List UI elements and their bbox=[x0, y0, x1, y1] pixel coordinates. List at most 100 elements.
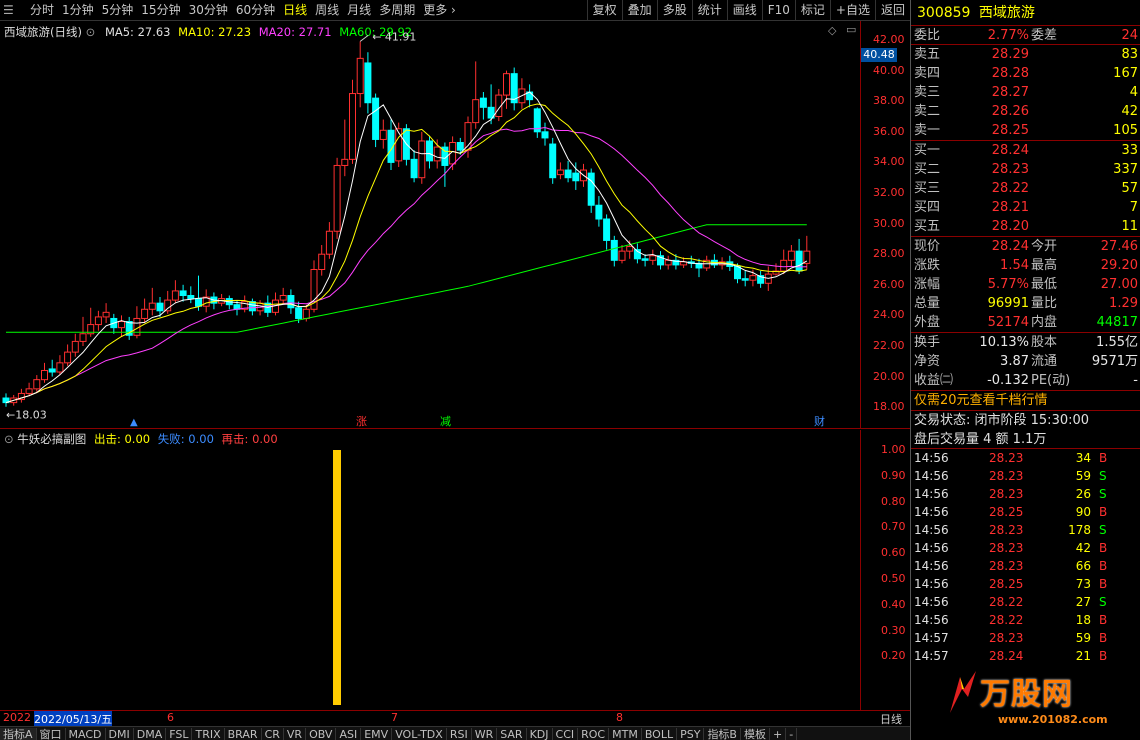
tool-button[interactable]: 统计 bbox=[691, 0, 727, 21]
indicator-tab[interactable]: 模板 bbox=[741, 728, 770, 740]
period-tab[interactable]: 月线 bbox=[343, 2, 375, 18]
indicator-tab[interactable]: CR bbox=[262, 728, 284, 740]
tool-button[interactable]: 叠加 bbox=[621, 0, 657, 21]
indicator-tab[interactable]: BOLL bbox=[642, 728, 678, 740]
period-tab[interactable]: 日线 bbox=[279, 2, 311, 18]
level2-promo[interactable]: 仅需20元查看千档行情 bbox=[911, 391, 1140, 411]
period-tab[interactable]: 15分钟 bbox=[137, 2, 184, 18]
tick-qty: 59 bbox=[1075, 631, 1091, 645]
candle-down bbox=[564, 169, 572, 179]
tick-qty: 21 bbox=[1075, 649, 1091, 663]
period-tab[interactable]: 30分钟 bbox=[185, 2, 232, 18]
indicator-tab[interactable]: DMI bbox=[106, 728, 134, 740]
indicator-tab[interactable]: MACD bbox=[66, 728, 106, 740]
bids-price: 28.24 bbox=[991, 143, 1029, 158]
period-tabs: 分时 1分钟 5分钟 15分钟 30分钟 60分钟 日线 周线 月线 多周期 更多 › bbox=[26, 2, 460, 18]
price-tick: 38.00 bbox=[873, 94, 905, 108]
tick-price: 28.22 bbox=[989, 595, 1024, 609]
quote-label: 涨幅 bbox=[914, 277, 941, 292]
indicator-tab[interactable]: 指标B bbox=[704, 728, 741, 740]
indicator-tab[interactable]: VOL-TDX bbox=[392, 728, 447, 740]
tool-button[interactable]: 多股 bbox=[656, 0, 692, 21]
tick-time: 14:57 bbox=[914, 631, 949, 645]
indicator-tab[interactable]: ASI bbox=[336, 728, 362, 740]
asks-row[interactable]: 卖三 28.27 4 bbox=[911, 83, 1140, 102]
tool-button[interactable]: 标记 bbox=[794, 0, 830, 21]
period-tab[interactable]: 多周期 bbox=[375, 2, 419, 18]
tick-time: 14:56 bbox=[914, 541, 949, 555]
high-marker: ← 41.91 bbox=[372, 30, 416, 43]
indicator-tick: 0.90 bbox=[881, 468, 906, 482]
indicator-tab[interactable]: FSL bbox=[166, 728, 193, 740]
indicator-tab[interactable]: PSY bbox=[677, 728, 705, 740]
bids-row[interactable]: 买三 28.22 57 bbox=[911, 179, 1140, 198]
tick-list[interactable]: 14:56 28.23 34 B 14:56 28.23 59 S 14:56 28.23 26 S 1… bbox=[911, 449, 1140, 665]
indicator-tab[interactable]: BRAR bbox=[225, 728, 262, 740]
bids-volume: 337 bbox=[1113, 162, 1138, 177]
indicator-tab[interactable]: TRIX bbox=[192, 728, 225, 740]
bids-label: 买五 bbox=[914, 219, 941, 234]
period-tab[interactable]: 周线 bbox=[311, 2, 343, 18]
bids-row[interactable]: 买五 28.20 11 bbox=[911, 217, 1140, 236]
quote-value: 96991 bbox=[987, 296, 1029, 311]
indicator-tab[interactable]: VR bbox=[284, 728, 307, 740]
indicator-tab[interactable]: RSI bbox=[447, 728, 472, 740]
indicator-tab[interactable]: 指标A bbox=[0, 728, 37, 740]
indicator-tab[interactable]: ROC bbox=[578, 728, 610, 740]
candle-up bbox=[341, 158, 349, 166]
period-label[interactable]: 日线 bbox=[880, 711, 902, 727]
fundamental-value: 3.87 bbox=[1000, 354, 1029, 369]
month-tick: 7 bbox=[391, 711, 398, 724]
watermark-text: 万股网 bbox=[980, 677, 1073, 712]
bids-row[interactable]: 买一 28.24 33 bbox=[911, 141, 1140, 160]
indicator-tab[interactable]: - bbox=[786, 728, 798, 740]
tool-button[interactable]: 返回 bbox=[874, 0, 910, 21]
indicator-tab[interactable]: 窗口 bbox=[37, 728, 66, 740]
tool-button[interactable]: 复权 bbox=[586, 0, 622, 21]
candle-down bbox=[456, 142, 464, 151]
asks-row[interactable]: 卖五 28.29 83 bbox=[911, 45, 1140, 64]
bids-price: 28.20 bbox=[991, 219, 1029, 234]
tick-price: 28.23 bbox=[989, 523, 1024, 537]
period-tab[interactable]: 60分钟 bbox=[232, 2, 279, 18]
period-tab[interactable]: 分时 bbox=[26, 2, 58, 18]
indicator-tab[interactable]: MTM bbox=[609, 728, 642, 740]
indicator-tab[interactable]: DMA bbox=[134, 728, 167, 740]
asks-row[interactable]: 卖四 28.28 167 bbox=[911, 64, 1140, 83]
candle-up bbox=[626, 246, 634, 252]
event-marker: 减 bbox=[440, 415, 451, 428]
kline-chart[interactable]: 西域旅游(日线) ⊙ MA5: 27.63 MA10: 27.23 MA20: … bbox=[0, 21, 910, 429]
tick-side: B bbox=[1099, 613, 1108, 627]
asks-row[interactable]: 卖一 28.25 105 bbox=[911, 121, 1140, 140]
candle-down bbox=[603, 218, 611, 241]
period-tab[interactable]: 5分钟 bbox=[98, 2, 138, 18]
indicator-tab[interactable]: + bbox=[770, 728, 787, 740]
tick-side: S bbox=[1099, 523, 1107, 537]
candle-up bbox=[41, 369, 48, 381]
period-tab[interactable]: 更多 › bbox=[419, 2, 460, 18]
tool-button[interactable]: 画线 bbox=[726, 0, 762, 21]
fundamental-row: 收益㈡ -0.132 PE(动) - bbox=[911, 371, 1140, 390]
candle-down bbox=[426, 140, 433, 162]
indicator-tab[interactable]: CCI bbox=[553, 728, 579, 740]
asks-row[interactable]: 卖二 28.26 42 bbox=[911, 102, 1140, 121]
indicator-tab[interactable]: SAR bbox=[497, 728, 527, 740]
quote-value: 1.29 bbox=[1109, 296, 1138, 311]
bids-row[interactable]: 买四 28.21 7 bbox=[911, 198, 1140, 217]
menu-icon[interactable]: ☰ bbox=[3, 3, 17, 17]
indicator-tab[interactable]: EMV bbox=[361, 728, 393, 740]
period-tab[interactable]: 1分钟 bbox=[58, 2, 98, 18]
indicator-chart[interactable]: ⊙ 牛妖必搞副图 出击: 0.00 失败: 0.00 再击: 0.00 1.00… bbox=[0, 430, 910, 710]
tick-side: S bbox=[1099, 469, 1107, 483]
tool-button[interactable]: F10 bbox=[761, 0, 795, 21]
indicator-tab[interactable]: WR bbox=[472, 728, 498, 740]
indicator-tab[interactable]: KDJ bbox=[527, 728, 553, 740]
tool-button[interactable]: +自选 bbox=[829, 0, 875, 21]
price-tick: 18.00 bbox=[873, 400, 905, 414]
indicator-tab[interactable]: OBV bbox=[306, 728, 337, 740]
tick-time: 14:56 bbox=[914, 559, 949, 573]
candle-up bbox=[79, 333, 87, 342]
asks-label: 卖三 bbox=[914, 85, 941, 100]
bids-row[interactable]: 买二 28.23 337 bbox=[911, 160, 1140, 179]
price-axis: 40.48 42.00 40.00 38.00 36.00 34.00 32.00 30.0… bbox=[860, 21, 910, 429]
